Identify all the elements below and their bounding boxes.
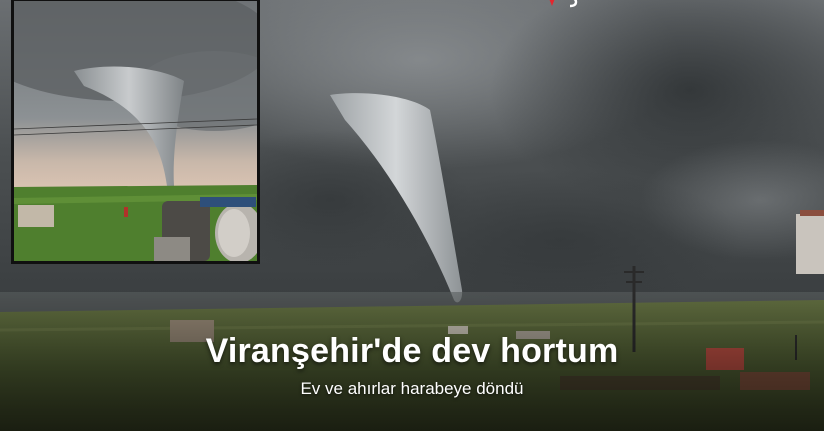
inset-photo: [11, 0, 260, 264]
brand-logo-icon: [549, 0, 578, 8]
news-card[interactable]: Viranşehir'de dev hortum Ev ve ahırlar h…: [0, 0, 824, 431]
subheadline: Ev ve ahırlar harabeye döndü: [300, 379, 524, 398]
headline[interactable]: Viranşehir'de dev hortum: [0, 331, 824, 371]
